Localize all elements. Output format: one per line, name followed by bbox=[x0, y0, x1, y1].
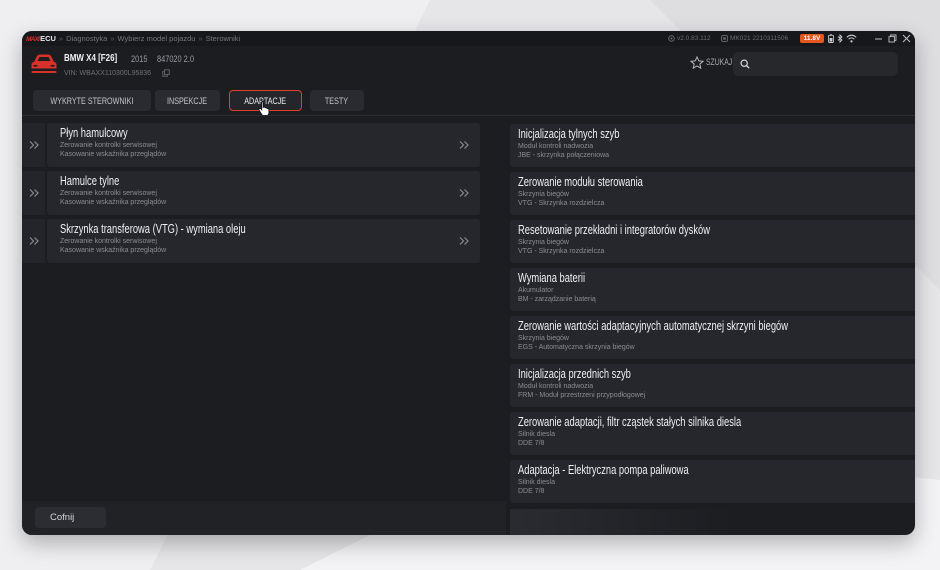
adaptation-card[interactable]: Skrzynka transferowa (VTG) - wymiana ole… bbox=[47, 219, 480, 263]
star-icon[interactable] bbox=[690, 56, 704, 69]
breadcrumb: MAXIECU» Diagnostyka» Wybierz model pojazd… bbox=[26, 34, 240, 44]
list-item-partial bbox=[510, 509, 915, 535]
list-item[interactable]: Płyn hamulcowy Zerowanie kontrolki serwi… bbox=[22, 123, 480, 167]
item-subtitle: Moduł kontroli nadwozia bbox=[518, 143, 594, 150]
search-icon bbox=[740, 59, 750, 69]
item-title: Inicjalizacja przednich szyb bbox=[518, 366, 631, 381]
back-button[interactable]: Cofnij bbox=[35, 507, 106, 528]
tab-inspections[interactable]: INSPEKCJE bbox=[155, 90, 220, 111]
list-item[interactable]: Resetowanie przekładni i integratorów dy… bbox=[510, 220, 915, 263]
close-icon[interactable] bbox=[902, 34, 911, 43]
item-subtitle: JBE - skrzynka połączeniowa bbox=[518, 152, 610, 159]
adaptation-card[interactable]: Hamulce tylne Zerowanie kontrolki serwis… bbox=[47, 171, 480, 215]
item-subtitle: VTG - Skrzynka rozdzielcza bbox=[518, 248, 605, 255]
breadcrumb-separator: » bbox=[110, 34, 115, 43]
battery-icon bbox=[828, 34, 834, 43]
item-title: Zerowanie modułu sterowania bbox=[518, 174, 643, 189]
item-subtitle: Kasowanie wskaźnika przeglądów bbox=[60, 247, 167, 254]
expand-cell[interactable] bbox=[22, 171, 45, 215]
app-logo: MAXI bbox=[26, 36, 40, 43]
title-bar: MAXIECU» Diagnostyka» Wybierz model pojazd… bbox=[22, 31, 915, 46]
bluetooth-icon bbox=[837, 34, 843, 43]
tab-label: INSPEKCJE bbox=[167, 95, 208, 106]
item-title: Resetowanie przekładni i integratorów dy… bbox=[518, 222, 710, 237]
vehicle-vin: VIN: WBAXX110300L95836 bbox=[64, 70, 152, 77]
item-title: Hamulce tylne bbox=[60, 173, 120, 188]
double-chevron-right-icon[interactable] bbox=[458, 236, 470, 246]
device-icon bbox=[721, 35, 728, 42]
app-window: MAXIECU» Diagnostyka» Wybierz model pojazd… bbox=[22, 31, 915, 535]
item-title: Zerowanie adaptacji, filtr cząstek stały… bbox=[518, 414, 742, 429]
breadcrumb-item[interactable]: Wybierz model pojazdu bbox=[118, 34, 196, 43]
list-item[interactable]: Inicjalizacja przednich szyb Moduł kontr… bbox=[510, 364, 915, 407]
item-title: Płyn hamulcowy bbox=[60, 125, 128, 140]
adaptation-card[interactable]: Płyn hamulcowy Zerowanie kontrolki serwi… bbox=[47, 123, 480, 167]
item-subtitle: Silnik diesla bbox=[518, 431, 555, 438]
app-version: v2.0.83.112 bbox=[677, 35, 711, 42]
item-title: Wymiana baterii bbox=[518, 270, 586, 285]
search-field[interactable] bbox=[733, 52, 898, 76]
device-serial: MK021 2210311506 bbox=[730, 35, 789, 42]
item-subtitle: Kasowanie wskaźnika przeglądów bbox=[60, 199, 167, 206]
double-chevron-right-icon bbox=[28, 236, 40, 246]
tab-detected-controllers[interactable]: WYKRYTE STEROWNIKI bbox=[33, 90, 151, 111]
wifi-icon bbox=[846, 34, 857, 43]
tab-tests[interactable]: TESTY bbox=[310, 90, 364, 111]
item-subtitle: EGS - Automatyczna skrzynia biegów bbox=[518, 344, 635, 351]
list-item[interactable]: Hamulce tylne Zerowanie kontrolki serwis… bbox=[22, 171, 480, 215]
tabs-divider bbox=[22, 115, 915, 116]
double-chevron-right-icon[interactable] bbox=[458, 188, 470, 198]
vehicle-engine-code: 847020 2.0 bbox=[157, 54, 194, 64]
breadcrumb-separator: » bbox=[58, 34, 64, 43]
breadcrumb-item[interactable]: Diagnostyka bbox=[66, 34, 107, 43]
list-item[interactable]: Zerowanie modułu sterowania Skrzynia bie… bbox=[510, 172, 915, 215]
item-subtitle: DDE 7/8 bbox=[518, 440, 545, 447]
minimize-icon[interactable] bbox=[874, 34, 883, 43]
list-item[interactable]: Skrzynka transferowa (VTG) - wymiana ole… bbox=[22, 219, 480, 263]
expand-cell[interactable] bbox=[22, 123, 45, 167]
item-subtitle: FRM - Moduł przestrzeni przypodłogowej bbox=[518, 392, 646, 399]
item-subtitle: VTG - Skrzynka rozdzielcza bbox=[518, 200, 605, 207]
item-subtitle: Zerowanie kontrolki serwisowej bbox=[60, 190, 157, 197]
item-subtitle: Zerowanie kontrolki serwisowej bbox=[60, 238, 157, 245]
item-subtitle: Moduł kontroli nadwozia bbox=[518, 383, 594, 390]
vehicle-year: 2015 bbox=[131, 54, 148, 64]
item-subtitle: Kasowanie wskaźnika przeglądów bbox=[60, 151, 167, 158]
item-subtitle: Zerowanie kontrolki serwisowej bbox=[60, 142, 157, 149]
item-subtitle: BM - zarządzanie baterią bbox=[518, 296, 596, 303]
hand-pointer-icon bbox=[258, 100, 270, 116]
list-item[interactable]: Wymiana baterii Akumulator BM - zarządza… bbox=[510, 268, 915, 311]
tab-label: TESTY bbox=[325, 95, 349, 106]
list-item[interactable]: Adaptacja - Elektryczna pompa paliwowa S… bbox=[510, 460, 915, 503]
item-subtitle: Skrzynia biegów bbox=[518, 191, 569, 198]
breadcrumb-root[interactable]: ECU bbox=[40, 34, 56, 43]
expand-cell[interactable] bbox=[22, 219, 45, 263]
tab-label: WYKRYTE STEROWNIKI bbox=[50, 95, 134, 106]
search-label: SZUKAJ bbox=[706, 57, 733, 67]
item-title: Adaptacja - Elektryczna pompa paliwowa bbox=[518, 462, 689, 477]
car-icon bbox=[31, 54, 57, 73]
list-item[interactable]: Zerowanie wartości adaptacyjnych automat… bbox=[510, 316, 915, 359]
item-title: Inicjalizacja tylnych szyb bbox=[518, 126, 620, 141]
double-chevron-right-icon bbox=[28, 140, 40, 150]
item-subtitle: DDE 7/8 bbox=[518, 488, 545, 495]
breadcrumb-item[interactable]: Sterowniki bbox=[206, 34, 241, 43]
battery-voltage-badge: 11.8V bbox=[800, 34, 824, 43]
restore-icon[interactable] bbox=[888, 34, 897, 43]
double-chevron-right-icon[interactable] bbox=[458, 140, 470, 150]
item-subtitle: Skrzynia biegów bbox=[518, 335, 569, 342]
item-title: Skrzynka transferowa (VTG) - wymiana ole… bbox=[60, 221, 246, 236]
list-item[interactable]: Inicjalizacja tylnych szyb Moduł kontrol… bbox=[510, 124, 915, 167]
info-circle-icon bbox=[668, 35, 675, 42]
search-input[interactable] bbox=[753, 52, 893, 76]
breadcrumb-separator: » bbox=[198, 34, 203, 43]
item-subtitle: Silnik diesla bbox=[518, 479, 555, 486]
copy-icon[interactable] bbox=[162, 69, 170, 77]
item-subtitle: Skrzynia biegów bbox=[518, 239, 569, 246]
item-subtitle: Akumulator bbox=[518, 287, 554, 294]
item-title: Zerowanie wartości adaptacyjnych automat… bbox=[518, 318, 789, 333]
vehicle-name: BMW X4 [F26] bbox=[64, 52, 118, 64]
double-chevron-right-icon bbox=[28, 188, 40, 198]
list-item[interactable]: Zerowanie adaptacji, filtr cząstek stały… bbox=[510, 412, 915, 455]
